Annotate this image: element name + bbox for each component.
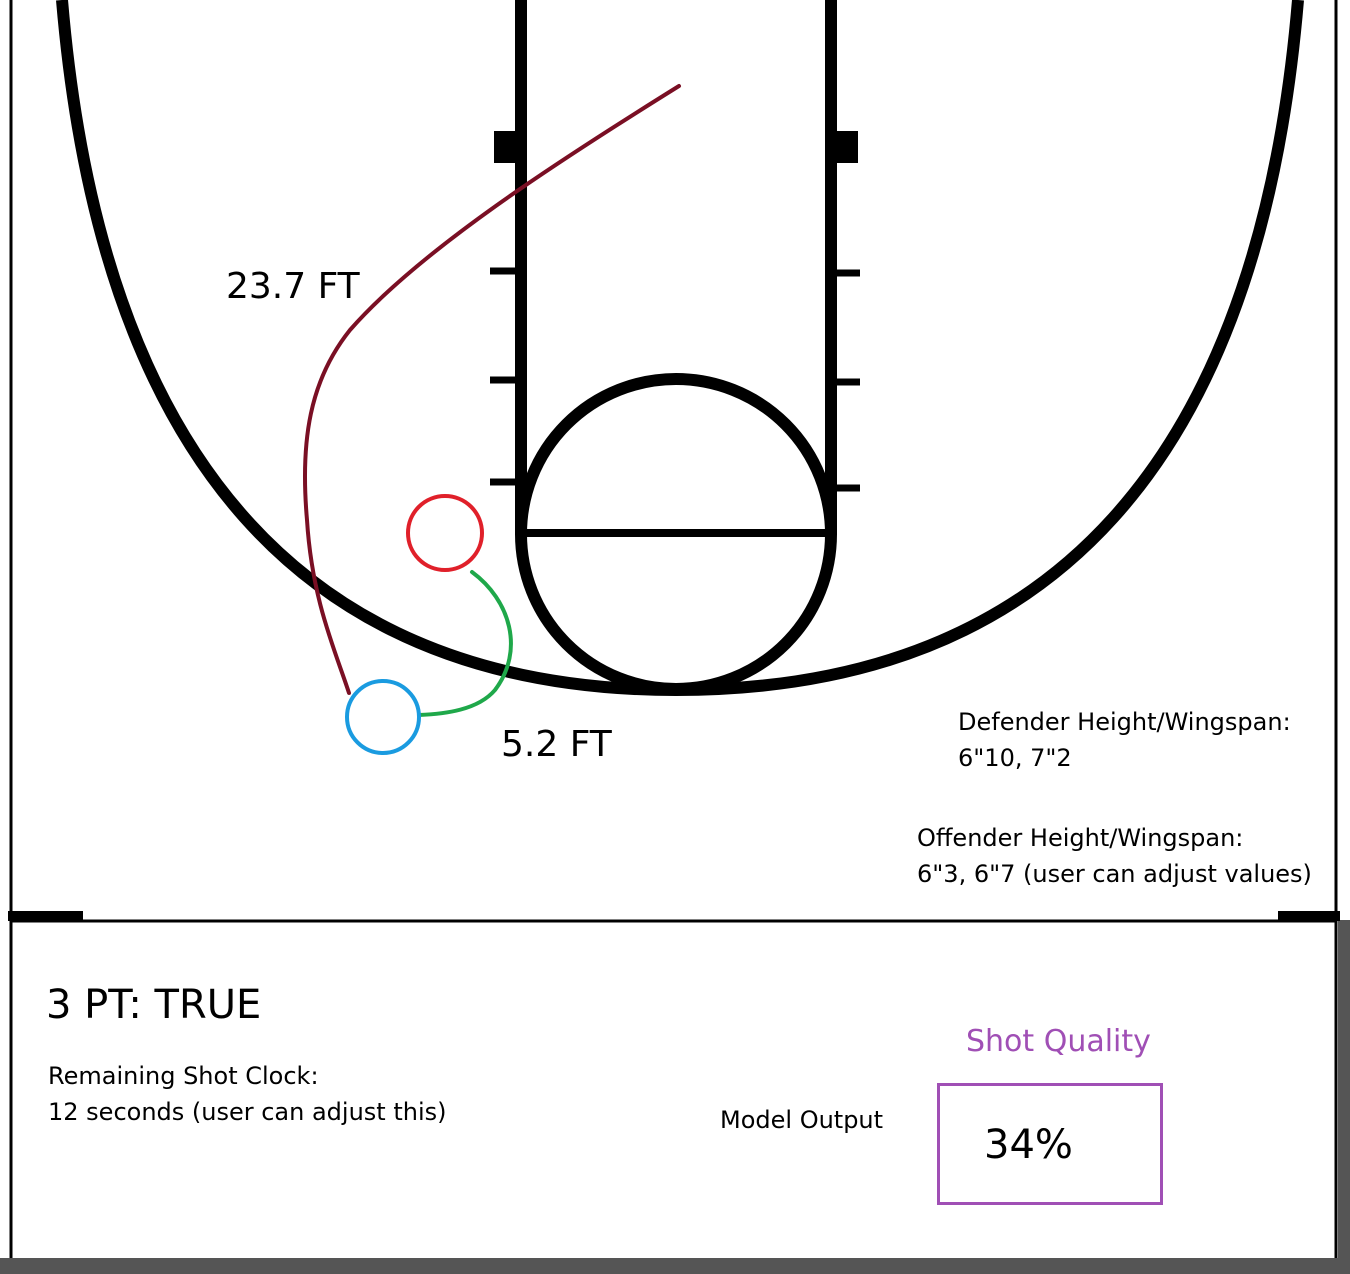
- shot-quality-title: Shot Quality: [966, 1024, 1151, 1059]
- defender-value[interactable]: 6"10, 7"2: [958, 740, 1291, 776]
- offender-value[interactable]: 6"3, 6"7 (user can adjust values): [917, 856, 1312, 892]
- shot-clock-value[interactable]: 12 seconds (user can adjust this): [48, 1094, 447, 1130]
- three-point-arc: [56, 0, 1304, 697]
- three-point-distance-label: 23.7 FT: [226, 266, 360, 307]
- lane-block-left: [494, 131, 521, 163]
- shot-quality-value: 34%: [984, 1122, 1073, 1168]
- model-output-label: Model Output: [720, 1106, 884, 1134]
- offender-info: Offender Height/Wingspan: 6"3, 6"7 (user…: [917, 820, 1312, 892]
- lane-block-right: [831, 131, 858, 163]
- defender-label: Defender Height/Wingspan:: [958, 708, 1291, 736]
- offender-label: Offender Height/Wingspan:: [917, 824, 1244, 852]
- defender-info: Defender Height/Wingspan: 6"10, 7"2: [958, 704, 1291, 776]
- shot-clock-label: Remaining Shot Clock:: [48, 1062, 319, 1090]
- right-edge: [1338, 920, 1350, 1260]
- shot-clock-info: Remaining Shot Clock: 12 seconds (user c…: [48, 1058, 447, 1130]
- closeout-distance-label: 5.2 FT: [501, 724, 612, 765]
- three-point-flag: 3 PT: TRUE: [46, 982, 262, 1028]
- shot-quality-box: 34%: [937, 1083, 1163, 1205]
- defender-marker[interactable]: [406, 494, 484, 572]
- offender-marker[interactable]: [345, 679, 421, 755]
- bottom-edge: [0, 1258, 1350, 1274]
